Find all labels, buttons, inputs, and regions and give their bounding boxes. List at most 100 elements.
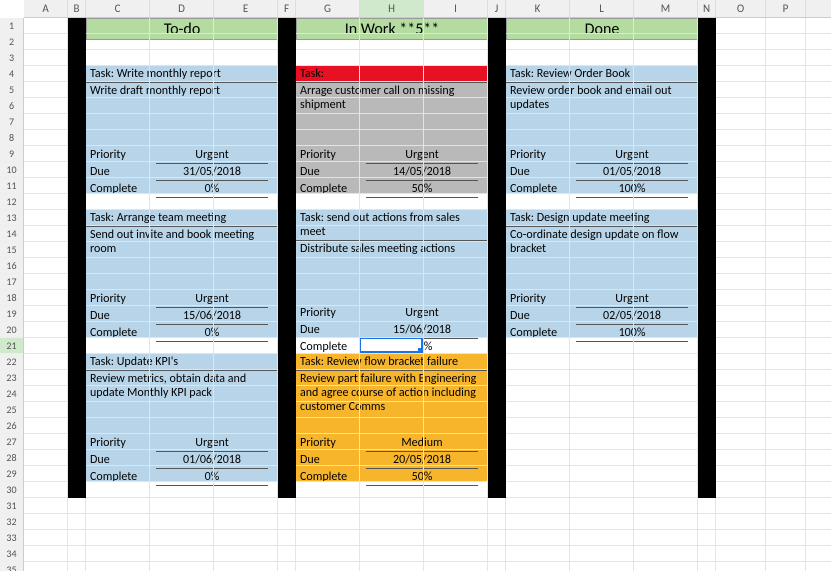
label-due: Due <box>296 164 366 181</box>
card-desc: Review order book and email out updates <box>506 83 698 147</box>
col-K[interactable]: K <box>506 0 570 17</box>
value-complete: 100% <box>576 325 688 342</box>
row-29[interactable]: 29 <box>0 466 23 482</box>
col-F[interactable]: F <box>278 0 296 17</box>
row-22[interactable]: 22 <box>0 354 23 370</box>
card-todo-0[interactable]: Task: Write monthly reportWrite draft mo… <box>86 66 278 194</box>
row-12[interactable]: 12 <box>0 194 23 210</box>
row-10[interactable]: 10 <box>0 162 23 178</box>
col-G[interactable]: G <box>296 0 360 17</box>
value-complete: 0% <box>156 181 268 198</box>
col-H[interactable]: H <box>360 0 424 17</box>
row-23[interactable]: 23 <box>0 370 23 386</box>
row-21[interactable]: 21 <box>0 338 23 354</box>
label-due: Due <box>86 164 156 181</box>
value-due: 15/06/2018 <box>156 308 268 325</box>
value-due: 14/05/2018 <box>366 164 478 181</box>
divider-J <box>488 18 506 498</box>
label-complete: Complete <box>296 469 366 486</box>
col-D[interactable]: D <box>150 0 214 17</box>
card-done-1[interactable]: Task: Design update meetingCo-ordinate d… <box>506 210 698 338</box>
label-due: Due <box>296 452 366 469</box>
label-due: Due <box>86 452 156 469</box>
value-priority: Urgent <box>366 305 478 322</box>
card-inwork-0[interactable]: Task:Arrage customer call on missing shi… <box>296 66 488 194</box>
row-3[interactable]: 3 <box>0 50 23 66</box>
grid-area[interactable]: To-do In Work **5** Done Task: Write mon… <box>24 18 831 571</box>
row-20[interactable]: 20 <box>0 322 23 338</box>
col-B[interactable]: B <box>68 0 86 17</box>
row-5[interactable]: 5 <box>0 82 23 98</box>
row-24[interactable]: 24 <box>0 386 23 402</box>
row-31[interactable]: 31 <box>0 498 23 514</box>
label-complete: Complete <box>86 469 156 486</box>
label-complete: Complete <box>296 181 366 198</box>
col-C[interactable]: C <box>86 0 150 17</box>
card-todo-1[interactable]: Task: Arrange team meetingSend out invit… <box>86 210 278 338</box>
row-35[interactable]: 35 <box>0 562 23 571</box>
row-16[interactable]: 16 <box>0 258 23 274</box>
row-19[interactable]: 19 <box>0 306 23 322</box>
row-18[interactable]: 18 <box>0 290 23 306</box>
col-L[interactable]: L <box>570 0 634 17</box>
card-desc: Arrage customer call on missing shipment <box>296 83 488 147</box>
row-headers[interactable]: 1234567891011121314151617181920212223242… <box>0 18 24 571</box>
row-6[interactable]: 6 <box>0 98 23 114</box>
label-priority: Priority <box>296 305 366 322</box>
value-due: 20/05/2018 <box>366 452 478 469</box>
label-complete: Complete <box>86 325 156 342</box>
column-headers[interactable]: ABCDEFGHIJKLMNOP <box>24 0 831 18</box>
value-complete: 0% <box>156 469 268 486</box>
card-inwork-1[interactable]: Task: send out actions from sales meetDi… <box>296 210 488 338</box>
row-14[interactable]: 14 <box>0 226 23 242</box>
row-25[interactable]: 25 <box>0 402 23 418</box>
label-due: Due <box>506 164 576 181</box>
row-26[interactable]: 26 <box>0 418 23 434</box>
col-J[interactable]: J <box>488 0 506 17</box>
row-13[interactable]: 13 <box>0 210 23 226</box>
card-todo-2[interactable]: Task: Update KPI'sReview metrics, obtain… <box>86 354 278 482</box>
value-due: 01/06/2018 <box>156 452 268 469</box>
value-due: 02/05/2018 <box>576 308 688 325</box>
value-complete: 50% <box>366 181 478 198</box>
row-8[interactable]: 8 <box>0 130 23 146</box>
row-30[interactable]: 30 <box>0 482 23 498</box>
label-complete: Complete <box>506 181 576 198</box>
col-M[interactable]: M <box>634 0 698 17</box>
label-due: Due <box>506 308 576 325</box>
col-A[interactable]: A <box>24 0 68 17</box>
header-inwork: In Work **5** <box>296 18 488 40</box>
row-17[interactable]: 17 <box>0 274 23 290</box>
card-inwork-2[interactable]: Task: Review flow bracket failureReview … <box>296 354 488 482</box>
value-due: 01/05/2018 <box>576 164 688 181</box>
row-9[interactable]: 9 <box>0 146 23 162</box>
divider-F <box>278 18 296 498</box>
card-desc: Review metrics, obtain data and update M… <box>86 371 278 435</box>
value-complete: 0% <box>156 325 268 342</box>
col-N[interactable]: N <box>698 0 716 17</box>
row-7[interactable]: 7 <box>0 114 23 130</box>
row-34[interactable]: 34 <box>0 546 23 562</box>
row-32[interactable]: 32 <box>0 514 23 530</box>
label-due: Due <box>86 308 156 325</box>
row-4[interactable]: 4 <box>0 66 23 82</box>
col-E[interactable]: E <box>214 0 278 17</box>
card-desc: Write draft monthly report <box>86 83 278 147</box>
row-1[interactable]: 1 <box>0 18 23 34</box>
row-27[interactable]: 27 <box>0 434 23 450</box>
card-done-0[interactable]: Task: Review Order BookReview order book… <box>506 66 698 194</box>
row-15[interactable]: 15 <box>0 242 23 258</box>
spreadsheet[interactable]: ABCDEFGHIJKLMNOP 12345678910111213141516… <box>0 0 831 571</box>
label-complete: Complete <box>86 181 156 198</box>
col-O[interactable]: O <box>716 0 766 17</box>
row-2[interactable]: 2 <box>0 34 23 50</box>
row-28[interactable]: 28 <box>0 450 23 466</box>
card-desc: Review part failure with Engineering and… <box>296 371 488 435</box>
col-P[interactable]: P <box>766 0 806 17</box>
header-todo: To-do <box>86 18 278 40</box>
row-11[interactable]: 11 <box>0 178 23 194</box>
row-33[interactable]: 33 <box>0 530 23 546</box>
col-I[interactable]: I <box>424 0 488 17</box>
card-desc: Co-ordinate design update on flow bracke… <box>506 227 698 291</box>
divider-N <box>698 18 716 498</box>
